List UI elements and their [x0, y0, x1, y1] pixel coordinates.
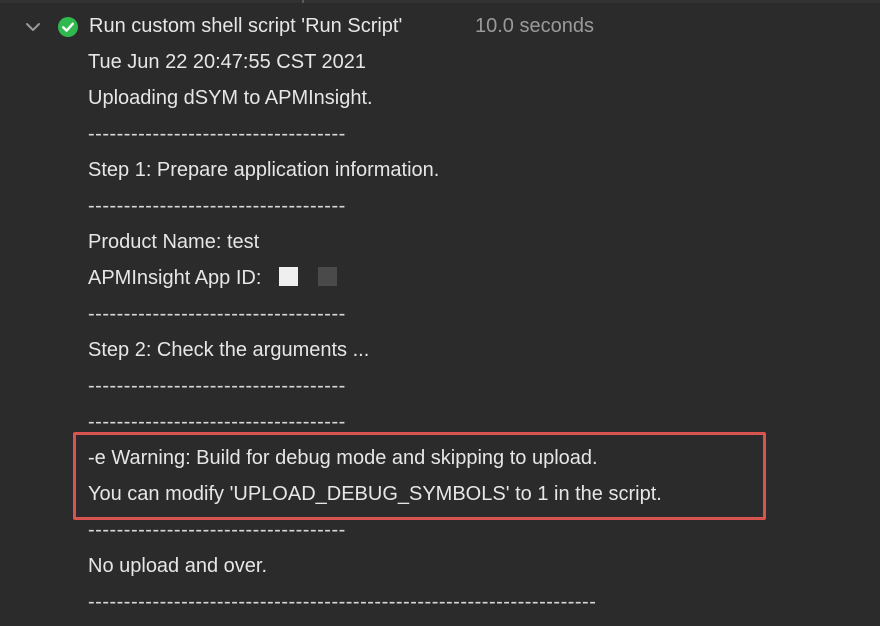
log-line: Step 2: Check the arguments ... — [88, 332, 662, 368]
log-line: Step 1: Prepare application information. — [88, 152, 662, 188]
chevron-down-icon[interactable] — [24, 18, 42, 36]
log-separator: ------------------------------------ — [88, 296, 662, 332]
log-line: Uploading dSYM to APMInsight. — [88, 80, 662, 116]
log-separator-text: ------------------------------------ — [88, 411, 346, 433]
log-separator-text: ----------------------------------------… — [88, 591, 597, 613]
warning-line: You can modify 'UPLOAD_DEBUG_SYMBOLS' to… — [88, 476, 662, 512]
step-title: Run custom shell script 'Run Script' — [89, 15, 403, 37]
log-line-text: Uploading dSYM to APMInsight. — [88, 87, 373, 109]
warning-line: -e Warning: Build for debug mode and ski… — [88, 440, 662, 476]
redacted-block — [318, 267, 338, 287]
log-separator: ----------------------------------------… — [88, 584, 662, 620]
previous-row-edge — [0, 0, 880, 3]
log-separator-text: ------------------------------------ — [88, 375, 346, 397]
log-line-text: Step 1: Prepare application information. — [88, 159, 440, 181]
build-log-panel: Run custom shell script 'Run Script' 10.… — [0, 0, 880, 626]
checkmark-circle-icon — [58, 17, 78, 37]
log-line-text: APMInsight App ID: — [88, 267, 262, 289]
log-separator-text: ------------------------------------ — [88, 195, 346, 217]
log-separator: ------------------------------------ — [88, 188, 662, 224]
log-separator: ------------------------------------ — [88, 116, 662, 152]
previous-row-tick — [302, 0, 304, 3]
log-separator: ------------------------------------ — [88, 368, 662, 404]
log-separator-text: ------------------------------------ — [88, 303, 346, 325]
log-line-text: You can modify 'UPLOAD_DEBUG_SYMBOLS' to… — [88, 483, 662, 505]
log-separator-text: ------------------------------------ — [88, 519, 346, 541]
log-separator: ------------------------------------ — [88, 404, 662, 440]
log-line-text: No upload and over. — [88, 555, 268, 577]
log-line: Product Name: test — [88, 224, 662, 260]
log-lines: Tue Jun 22 20:47:55 CST 2021 Uploading d… — [88, 44, 662, 620]
log-line: APMInsight App ID: — [88, 260, 662, 296]
redacted-block — [279, 267, 299, 287]
log-line-text: Product Name: test — [88, 231, 260, 253]
log-line: No upload and over. — [88, 548, 662, 584]
log-line-text: Step 2: Check the arguments ... — [88, 339, 370, 361]
log-line: Tue Jun 22 20:47:55 CST 2021 — [88, 44, 662, 80]
step-duration: 10.0 seconds — [475, 15, 594, 37]
log-separator-text: ------------------------------------ — [88, 123, 346, 145]
log-line-text: Tue Jun 22 20:47:55 CST 2021 — [88, 51, 366, 73]
log-separator: ------------------------------------ — [88, 512, 662, 548]
log-line-text: -e Warning: Build for debug mode and ski… — [88, 447, 598, 469]
